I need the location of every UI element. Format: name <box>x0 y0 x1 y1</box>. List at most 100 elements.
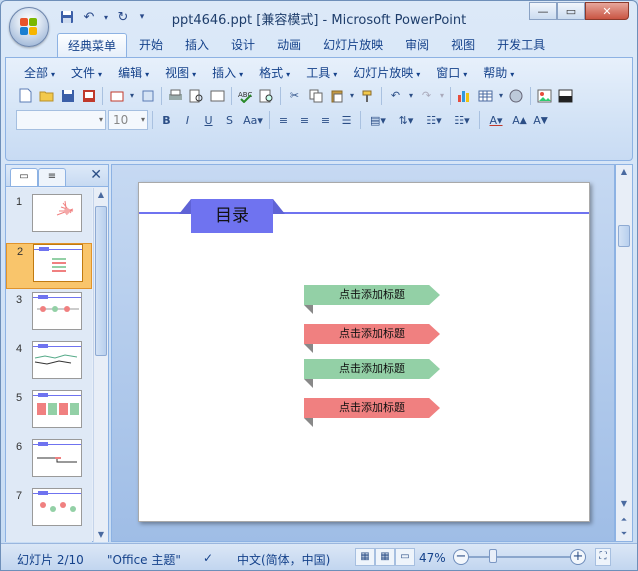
print-preview-icon[interactable] <box>187 86 206 105</box>
chevron-down-icon[interactable]: ▾ <box>497 86 505 105</box>
justify-icon[interactable]: ☰ <box>337 111 356 130</box>
slide-thumbnail-1[interactable]: 1 <box>6 194 92 240</box>
italic-icon[interactable]: I <box>178 111 197 130</box>
shrink-font-icon[interactable]: A ▼ <box>531 111 550 130</box>
align-left-icon[interactable]: ≡ <box>274 111 293 130</box>
toc-item-4[interactable]: 点击添加标题 <box>304 398 440 418</box>
undo-icon[interactable]: ↶ <box>386 86 405 105</box>
menu-window[interactable]: 窗口 ▾ <box>428 64 475 82</box>
paste-icon[interactable] <box>327 86 346 105</box>
tab-animation[interactable]: 动画 <box>267 33 311 57</box>
tab-outline[interactable]: ≡ <box>38 168 66 186</box>
chevron-down-icon[interactable]: ▾ <box>407 86 415 105</box>
slideshow-view-icon[interactable]: ▭ <box>395 548 415 566</box>
tab-slideshow[interactable]: 幻灯片放映 <box>313 33 393 57</box>
tab-home[interactable]: 开始 <box>129 33 173 57</box>
text-direction-icon[interactable]: ⇅▾ <box>393 111 419 130</box>
email-icon[interactable] <box>107 86 126 105</box>
slide-thumbnail-2[interactable]: 2 <box>6 243 92 289</box>
insert-picture-icon[interactable] <box>535 86 554 105</box>
tab-view[interactable]: 视图 <box>441 33 485 57</box>
format-painter-icon[interactable] <box>358 86 377 105</box>
zoom-slider-handle[interactable] <box>489 549 498 563</box>
zoom-level[interactable]: 47% <box>419 551 446 565</box>
research-icon[interactable] <box>257 86 276 105</box>
fit-to-window-icon[interactable]: ⛶ <box>595 548 611 566</box>
previous-slide-icon[interactable]: ⏶ <box>617 513 631 527</box>
font-color-icon[interactable]: A▾ <box>484 111 508 130</box>
tab-developer[interactable]: 开发工具 <box>487 33 555 57</box>
redo-icon[interactable]: ↷ <box>417 86 436 105</box>
scrollbar-thumb[interactable] <box>618 225 630 247</box>
menu-slideshow[interactable]: 幻灯片放映 ▾ <box>345 64 428 82</box>
print-icon[interactable] <box>166 86 185 105</box>
tab-design[interactable]: 设计 <box>221 33 265 57</box>
menu-tools[interactable]: 工具 ▾ <box>298 64 345 82</box>
bullets-icon[interactable]: ☷▾ <box>421 111 447 130</box>
slide-title[interactable]: 目录 <box>179 199 285 233</box>
office-button[interactable] <box>9 7 49 47</box>
close-icon[interactable]: ✕ <box>90 167 102 183</box>
color-grayscale-icon[interactable] <box>507 86 526 105</box>
scroll-down-icon[interactable]: ▼ <box>94 528 108 542</box>
current-slide[interactable]: 目录 点击添加标题 点击添加标题 点击添加标题 点击添加标题 <box>138 182 590 522</box>
zoom-slider[interactable] <box>469 556 573 558</box>
tab-review[interactable]: 审阅 <box>395 33 439 57</box>
copy-icon[interactable] <box>306 86 325 105</box>
align-center-icon[interactable]: ≡ <box>295 111 314 130</box>
zoom-out-icon[interactable]: − <box>453 549 469 565</box>
slide-thumbnail-5[interactable]: 5 <box>6 390 92 436</box>
next-slide-icon[interactable]: ⏷ <box>617 527 631 541</box>
scrollbar-thumb[interactable] <box>95 206 107 356</box>
font-size-combo[interactable]: 10 ▾ <box>108 110 148 130</box>
slide-thumbnail-6[interactable]: 6 <box>6 439 92 485</box>
slide-sorter-icon[interactable]: ▦ <box>375 548 395 566</box>
tab-insert[interactable]: 插入 <box>175 33 219 57</box>
permission-icon[interactable] <box>79 86 98 105</box>
menu-view[interactable]: 视图 ▾ <box>157 64 204 82</box>
shadow-icon[interactable]: S <box>220 111 239 130</box>
tab-classic-menu[interactable]: 经典菜单 <box>57 33 128 57</box>
normal-view-icon[interactable]: ▦ <box>355 548 375 566</box>
spell-check-icon[interactable]: ✓ <box>203 551 213 565</box>
bold-icon[interactable]: B <box>157 111 176 130</box>
menu-all[interactable]: 全部 ▾ <box>16 64 63 82</box>
attach-icon[interactable] <box>138 86 157 105</box>
toc-item-1[interactable]: 点击添加标题 <box>304 285 440 305</box>
chevron-down-icon[interactable]: ▾ <box>128 86 136 105</box>
new-file-icon[interactable] <box>16 86 35 105</box>
tab-slides[interactable]: ▭ <box>10 168 38 186</box>
chevron-down-icon[interactable]: ▾ <box>348 86 356 105</box>
align-right-icon[interactable]: ≡ <box>316 111 335 130</box>
chevron-down-icon[interactable]: ▾ <box>438 86 446 105</box>
toc-item-2[interactable]: 点击添加标题 <box>304 324 440 344</box>
scroll-down-icon[interactable]: ▼ <box>617 497 631 511</box>
close-button[interactable]: ✕ <box>585 2 629 20</box>
text-box-icon[interactable]: ▤▾ <box>365 111 391 130</box>
open-folder-icon[interactable] <box>37 86 56 105</box>
editor-scrollbar[interactable]: ▲ ▼ ⏶ ⏷ <box>615 164 633 542</box>
black-white-icon[interactable] <box>556 86 575 105</box>
save-icon[interactable] <box>58 86 77 105</box>
scroll-up-icon[interactable]: ▲ <box>94 188 108 202</box>
menu-format[interactable]: 格式 ▾ <box>251 64 298 82</box>
chart-icon[interactable] <box>455 86 474 105</box>
minimize-button[interactable]: — <box>529 2 557 20</box>
menu-file[interactable]: 文件 ▾ <box>63 64 110 82</box>
menu-edit[interactable]: 编辑 ▾ <box>110 64 157 82</box>
menu-help[interactable]: 帮助 ▾ <box>475 64 522 82</box>
slide-view-icon[interactable] <box>208 86 227 105</box>
slide-thumbnail-3[interactable]: 3 <box>6 292 92 338</box>
spelling-icon[interactable]: ABC <box>236 86 255 105</box>
grow-font-icon[interactable]: A ▲ <box>510 111 529 130</box>
toc-item-3[interactable]: 点击添加标题 <box>304 359 440 379</box>
maximize-button[interactable]: ▭ <box>557 2 585 20</box>
scroll-up-icon[interactable]: ▲ <box>617 165 631 179</box>
language-indicator[interactable]: 中文(简体，中国) <box>237 551 330 568</box>
menu-insert[interactable]: 插入 ▾ <box>204 64 251 82</box>
slide-thumbnail-4[interactable]: 4 <box>6 341 92 387</box>
underline-icon[interactable]: U <box>199 111 218 130</box>
table-icon[interactable] <box>476 86 495 105</box>
cut-icon[interactable]: ✂ <box>285 86 304 105</box>
numbering-icon[interactable]: ☷▾ <box>449 111 475 130</box>
